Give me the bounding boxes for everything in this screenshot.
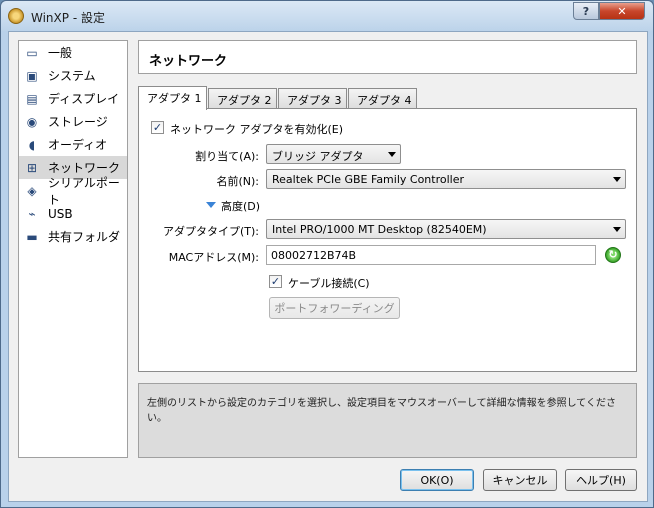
speaker-icon: ◖ [28,137,36,152]
chevron-down-icon [613,177,621,182]
expand-triangle-icon[interactable] [206,202,216,208]
sidebar-item-label: 一般 [48,46,73,60]
mac-address-input[interactable]: 08002712B74B [266,245,596,265]
adapter-type-select[interactable]: Intel PRO/1000 MT Desktop (82540EM) [266,219,626,239]
refresh-mac-icon[interactable]: ↻ [605,247,621,263]
adapter-1-panel: ✓ ネットワーク アダプタを有効化(E) 割り当て(A): ブリッジ アダプタ … [138,108,637,372]
ok-button[interactable]: OK(O) [400,469,474,491]
sidebar-item-label: ディスプレイ [48,92,120,106]
sidebar-item-serial-port[interactable]: ◈ シリアルポート [19,176,127,207]
sidebar-item-shared-folders[interactable]: ▬ 共有フォルダ [19,225,127,248]
display-icon: ▤ [26,91,38,106]
enable-adapter-label[interactable]: ネットワーク アダプタを有効化(E) [170,121,343,137]
sidebar-item-display[interactable]: ▤ ディスプレイ [19,87,127,110]
sidebar-item-label: 共有フォルダ [48,230,121,244]
cable-connected-checkbox[interactable]: ✓ [269,275,282,288]
help-title-button[interactable]: ? [573,2,599,20]
usb-icon: ⌁ [28,206,36,221]
category-list: ▭ 一般 ▣ システム ▤ ディスプレイ ◉ ストレージ ◖ オーディオ ⊞ ネ… [18,40,128,458]
sidebar-item-audio[interactable]: ◖ オーディオ [19,133,127,156]
mac-address-label: MACアドレス(M): [168,251,259,264]
close-button[interactable]: ✕ [599,2,645,20]
chevron-down-icon [613,227,621,232]
sidebar-item-label: オーディオ [48,138,108,152]
folder-icon: ▬ [26,229,38,244]
tab-adapter-1[interactable]: アダプタ 1 [138,86,207,110]
attached-to-select[interactable]: ブリッジ アダプタ [266,144,401,164]
tab-adapter-2[interactable]: アダプタ 2 [208,88,277,109]
page-title: ネットワーク [138,40,637,74]
cancel-button[interactable]: キャンセル [483,469,557,491]
dialog-client-area: ▭ 一般 ▣ システム ▤ ディスプレイ ◉ ストレージ ◖ オーディオ ⊞ ネ… [8,31,648,502]
sidebar-item-label: USB [48,206,73,221]
sidebar-item-system[interactable]: ▣ システム [19,64,127,87]
enable-adapter-checkbox[interactable]: ✓ [151,121,164,134]
adapter-type-label: アダプタタイプ(T): [162,225,259,238]
chevron-down-icon [388,152,396,157]
sidebar-item-general[interactable]: ▭ 一般 [19,41,127,64]
sidebar-item-label: シリアルポート [48,175,120,207]
network-icon: ⊞ [26,160,38,175]
monitor-icon: ▭ [26,45,38,60]
serial-port-icon: ◈ [27,183,37,198]
info-text: 左側のリストから設定のカテゴリを選択し、設定項目をマウスオーバーして詳細な情報を… [147,398,616,424]
tab-adapter-3[interactable]: アダプタ 3 [278,88,347,109]
chip-icon: ▣ [26,68,38,83]
window-title: WinXP - 設定 [31,11,105,25]
disk-icon: ◉ [26,114,38,129]
cable-connected-label[interactable]: ケーブル接続(C) [288,275,370,291]
settings-window: WinXP - 設定 ? ✕ ▭ 一般 ▣ システム ▤ ディスプレイ ◉ スト… [0,0,654,508]
sidebar-item-label: ストレージ [48,115,108,129]
tab-adapter-4[interactable]: アダプタ 4 [348,88,417,109]
attached-to-value: ブリッジ アダプタ [272,150,364,163]
port-forwarding-button[interactable]: ポートフォワーディング [269,297,400,319]
info-description-box: 左側のリストから設定のカテゴリを選択し、設定項目をマウスオーバーして詳細な情報を… [138,383,637,458]
help-button[interactable]: ヘルプ(H) [565,469,637,491]
title-bar[interactable]: WinXP - 設定 ? ✕ [1,1,653,31]
advanced-toggle[interactable]: 高度(D) [221,198,260,214]
sidebar-item-label: システム [48,69,96,83]
adapter-name-select[interactable]: Realtek PCIe GBE Family Controller [266,169,626,189]
adapter-name-value: Realtek PCIe GBE Family Controller [272,173,465,186]
name-label: 名前(N): [216,175,259,188]
sidebar-item-storage[interactable]: ◉ ストレージ [19,110,127,133]
app-gear-icon [8,8,24,24]
adapter-type-value: Intel PRO/1000 MT Desktop (82540EM) [272,223,487,236]
attached-to-label: 割り当て(A): [195,150,259,163]
